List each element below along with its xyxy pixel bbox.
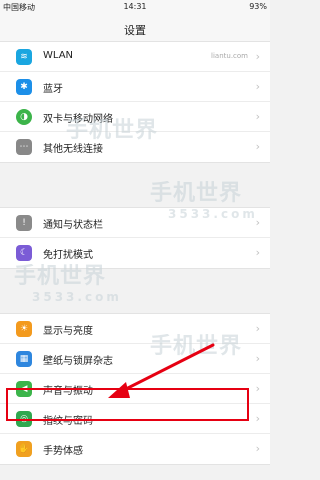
annotation-arrow xyxy=(108,343,215,398)
settings-screen: 中国移动 14:31 93% 设置 ≋ WLAN liantu.com › ✱ … xyxy=(0,0,270,480)
